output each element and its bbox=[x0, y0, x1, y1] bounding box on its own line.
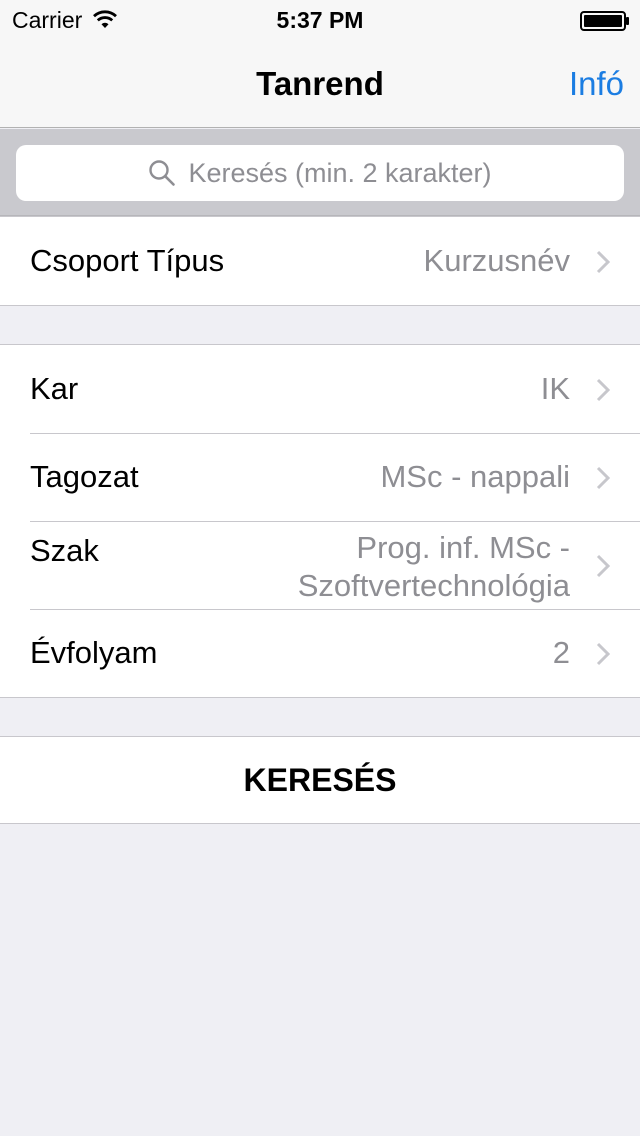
row-value: Kurzusnév bbox=[423, 243, 570, 278]
search-icon bbox=[149, 160, 176, 186]
chevron-right-icon bbox=[596, 554, 610, 578]
row-value: IK bbox=[540, 371, 570, 406]
filters-section: Kar IK Tagozat MSc - nappali Szak Prog. … bbox=[0, 344, 640, 698]
row-value: MSc - nappali bbox=[380, 459, 570, 494]
group-type-section: Csoport Típus Kurzusnév bbox=[0, 216, 640, 306]
major-row[interactable]: Szak Prog. inf. MSc - Szoftvertechnológi… bbox=[0, 521, 640, 609]
row-value: 2 bbox=[552, 635, 570, 670]
search-placeholder: Keresés (min. 2 karakter) bbox=[188, 157, 492, 188]
navigation-bar: Tanrend Infó bbox=[0, 40, 640, 128]
info-button[interactable]: Infó bbox=[569, 40, 624, 128]
row-label: Évfolyam bbox=[30, 635, 158, 670]
chevron-right-icon bbox=[596, 250, 610, 274]
search-bar: Keresés (min. 2 karakter) bbox=[0, 129, 640, 216]
row-label: Kar bbox=[30, 371, 79, 406]
row-label: Szak bbox=[30, 533, 99, 568]
row-label: Tagozat bbox=[30, 459, 139, 494]
chevron-right-icon bbox=[596, 378, 610, 402]
chevron-right-icon bbox=[596, 466, 610, 490]
page-title: Tanrend bbox=[256, 65, 384, 102]
search-input[interactable]: Keresés (min. 2 karakter) bbox=[16, 145, 624, 201]
group-type-row[interactable]: Csoport Típus Kurzusnév bbox=[0, 217, 640, 305]
search-button[interactable]: KERESÉS bbox=[0, 736, 640, 824]
row-value: Prog. inf. MSc - Szoftvertechnológia bbox=[297, 530, 570, 603]
chevron-right-icon bbox=[596, 642, 610, 666]
study-mode-row[interactable]: Tagozat MSc - nappali bbox=[0, 433, 640, 521]
row-label: Csoport Típus bbox=[30, 243, 225, 278]
battery-icon bbox=[580, 11, 629, 31]
faculty-row[interactable]: Kar IK bbox=[0, 345, 640, 433]
year-row[interactable]: Évfolyam 2 bbox=[0, 609, 640, 697]
status-time: 5:37 PM bbox=[276, 7, 364, 33]
status-bar: Carrier 5:37 PM bbox=[0, 0, 640, 40]
